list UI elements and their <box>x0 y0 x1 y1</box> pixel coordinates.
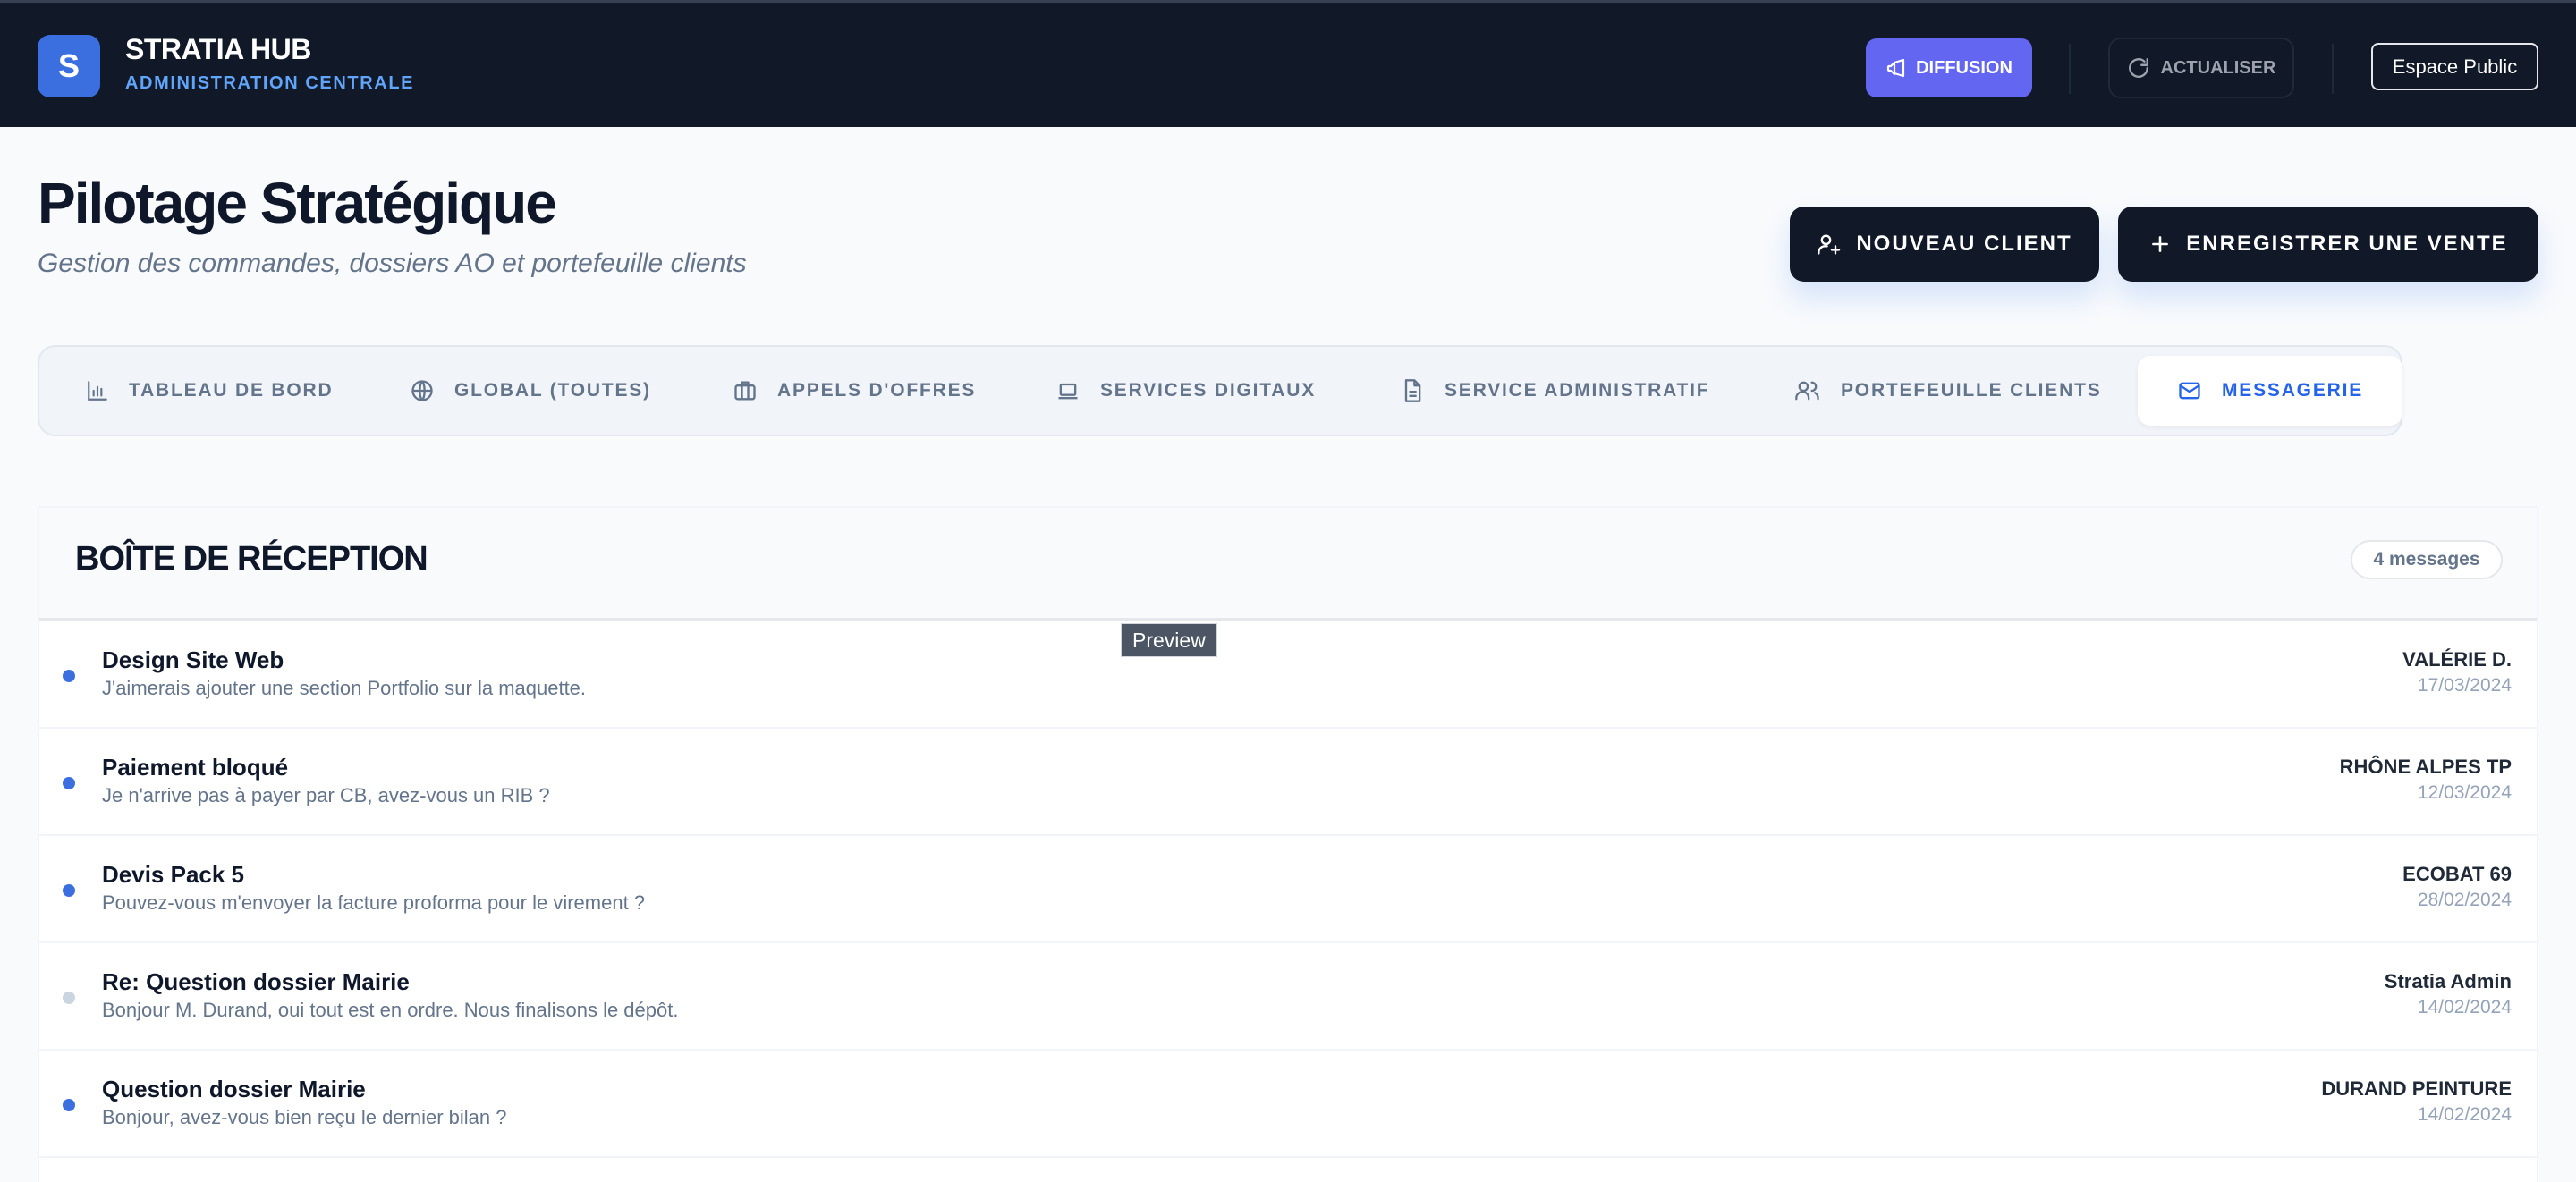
unread-dot <box>63 1099 75 1111</box>
tab-label: APPELS D'OFFRES <box>777 380 977 401</box>
bar-chart-icon <box>86 379 109 402</box>
briefcase-icon <box>733 378 758 403</box>
tab-messaging[interactable]: MESSAGERIE <box>2138 356 2403 426</box>
message-preview: Je n'arrive pas à payer par CB, avez-vou… <box>102 784 550 806</box>
message-row[interactable]: Paiement bloqué Je n'arrive pas à payer … <box>39 729 2537 836</box>
public-space-button[interactable]: Espace Public <box>2371 43 2538 90</box>
navigation-tabs: TABLEAU DE BORD GLOBAL (TOUTES) APPELS D… <box>38 345 2403 436</box>
document-icon <box>1400 378 1425 403</box>
message-subject: Devis Pack 5 <box>102 861 245 888</box>
users-icon <box>1794 378 1821 403</box>
message-sender: RHÔNE ALPES TP <box>2339 756 2512 778</box>
message-sender: VALÉRIE D. <box>2402 648 2512 671</box>
tab-label: MESSAGERIE <box>2222 380 2364 401</box>
message-subject: Question dossier Mairie <box>102 1076 366 1102</box>
header-divider <box>2069 44 2071 94</box>
user-plus-icon <box>1817 232 1842 257</box>
register-sale-button[interactable]: ENREGISTRER UNE VENTE <box>2118 207 2538 282</box>
read-dot <box>63 992 75 1004</box>
message-date: 14/02/2024 <box>2417 997 2512 1017</box>
plus-icon <box>2148 232 2172 256</box>
brand-title: STRATIA HUB <box>125 33 311 65</box>
message-preview: J'aimerais ajouter une section Portfolio… <box>102 677 587 699</box>
top-header: S STRATIA HUB ADMINISTRATION CENTRALE DI… <box>0 0 2576 127</box>
inbox-header: BOÎTE DE RÉCEPTION 4 messages <box>39 508 2537 621</box>
tab-label: TABLEAU DE BORD <box>129 380 334 401</box>
tab-digital-services[interactable]: SERVICES DIGITAUX <box>1055 347 1316 435</box>
unread-dot <box>63 777 75 789</box>
preview-tooltip: Preview <box>1121 623 1217 657</box>
tab-tenders[interactable]: APPELS D'OFFRES <box>733 347 976 435</box>
message-preview: Bonjour M. Durand, oui tout est en ordre… <box>102 999 679 1021</box>
unread-dot <box>63 884 75 897</box>
globe-icon <box>410 378 435 403</box>
unread-dot <box>63 670 75 682</box>
tab-global[interactable]: GLOBAL (TOUTES) <box>410 347 651 435</box>
refresh-icon <box>2127 56 2150 80</box>
new-client-button[interactable]: NOUVEAU CLIENT <box>1790 207 2099 282</box>
tab-client-portfolio[interactable]: PORTEFEUILLE CLIENTS <box>1794 347 2102 435</box>
message-row[interactable]: Devis Pack 5 Pouvez-vous m'envoyer la fa… <box>39 836 2537 943</box>
message-row[interactable]: Design Site Web J'aimerais ajouter une s… <box>39 621 2537 729</box>
message-row[interactable]: Re: Question dossier Mairie Bonjour M. D… <box>39 943 2537 1051</box>
inbox-title: BOÎTE DE RÉCEPTION <box>75 540 428 578</box>
new-client-label: NOUVEAU CLIENT <box>1856 232 2072 256</box>
mail-icon <box>2177 378 2202 403</box>
brand-subtitle: ADMINISTRATION CENTRALE <box>125 73 415 93</box>
message-count-badge: 4 messages <box>2351 540 2503 579</box>
header-divider <box>2332 44 2334 94</box>
message-row[interactable]: Question dossier Mairie Bonjour, avez-vo… <box>39 1051 2537 1158</box>
inbox-panel: BOÎTE DE RÉCEPTION 4 messages Design Sit… <box>38 506 2538 1182</box>
refresh-button[interactable]: ACTUALISER <box>2108 38 2294 98</box>
message-date: 12/03/2024 <box>2417 782 2512 803</box>
message-subject: Paiement bloqué <box>102 754 289 781</box>
tab-dashboard[interactable]: TABLEAU DE BORD <box>86 347 333 435</box>
diffusion-button[interactable]: DIFFUSION <box>1866 38 2032 97</box>
refresh-label: ACTUALISER <box>2160 57 2276 78</box>
tab-label: PORTEFEUILLE CLIENTS <box>1841 380 2102 401</box>
tab-label: SERVICE ADMINISTRATIF <box>1445 380 1710 401</box>
tab-label: GLOBAL (TOUTES) <box>454 380 651 401</box>
message-date: 14/02/2024 <box>2417 1104 2512 1125</box>
message-subject: Re: Question dossier Mairie <box>102 968 410 995</box>
register-sale-label: ENREGISTRER UNE VENTE <box>2186 232 2508 256</box>
message-sender: Stratia Admin <box>2384 970 2512 992</box>
tab-admin-service[interactable]: SERVICE ADMINISTRATIF <box>1400 347 1709 435</box>
diffusion-label: DIFFUSION <box>1916 57 2012 78</box>
page-title: Pilotage Stratégique <box>38 171 557 235</box>
message-sender: DURAND PEINTURE <box>2321 1077 2512 1100</box>
app-logo[interactable]: S <box>38 35 100 97</box>
page-subtitle: Gestion des commandes, dossiers AO et po… <box>38 249 747 278</box>
megaphone-icon <box>1885 57 1907 79</box>
message-sender: ECOBAT 69 <box>2402 863 2512 885</box>
message-preview: Bonjour, avez-vous bien reçu le dernier … <box>102 1106 507 1128</box>
message-date: 28/02/2024 <box>2417 890 2512 910</box>
tab-label: SERVICES DIGITAUX <box>1100 380 1317 401</box>
message-preview: Pouvez-vous m'envoyer la facture proform… <box>102 891 646 914</box>
message-date: 17/03/2024 <box>2417 675 2512 696</box>
message-subject: Design Site Web <box>102 646 284 673</box>
laptop-icon <box>1055 378 1080 403</box>
